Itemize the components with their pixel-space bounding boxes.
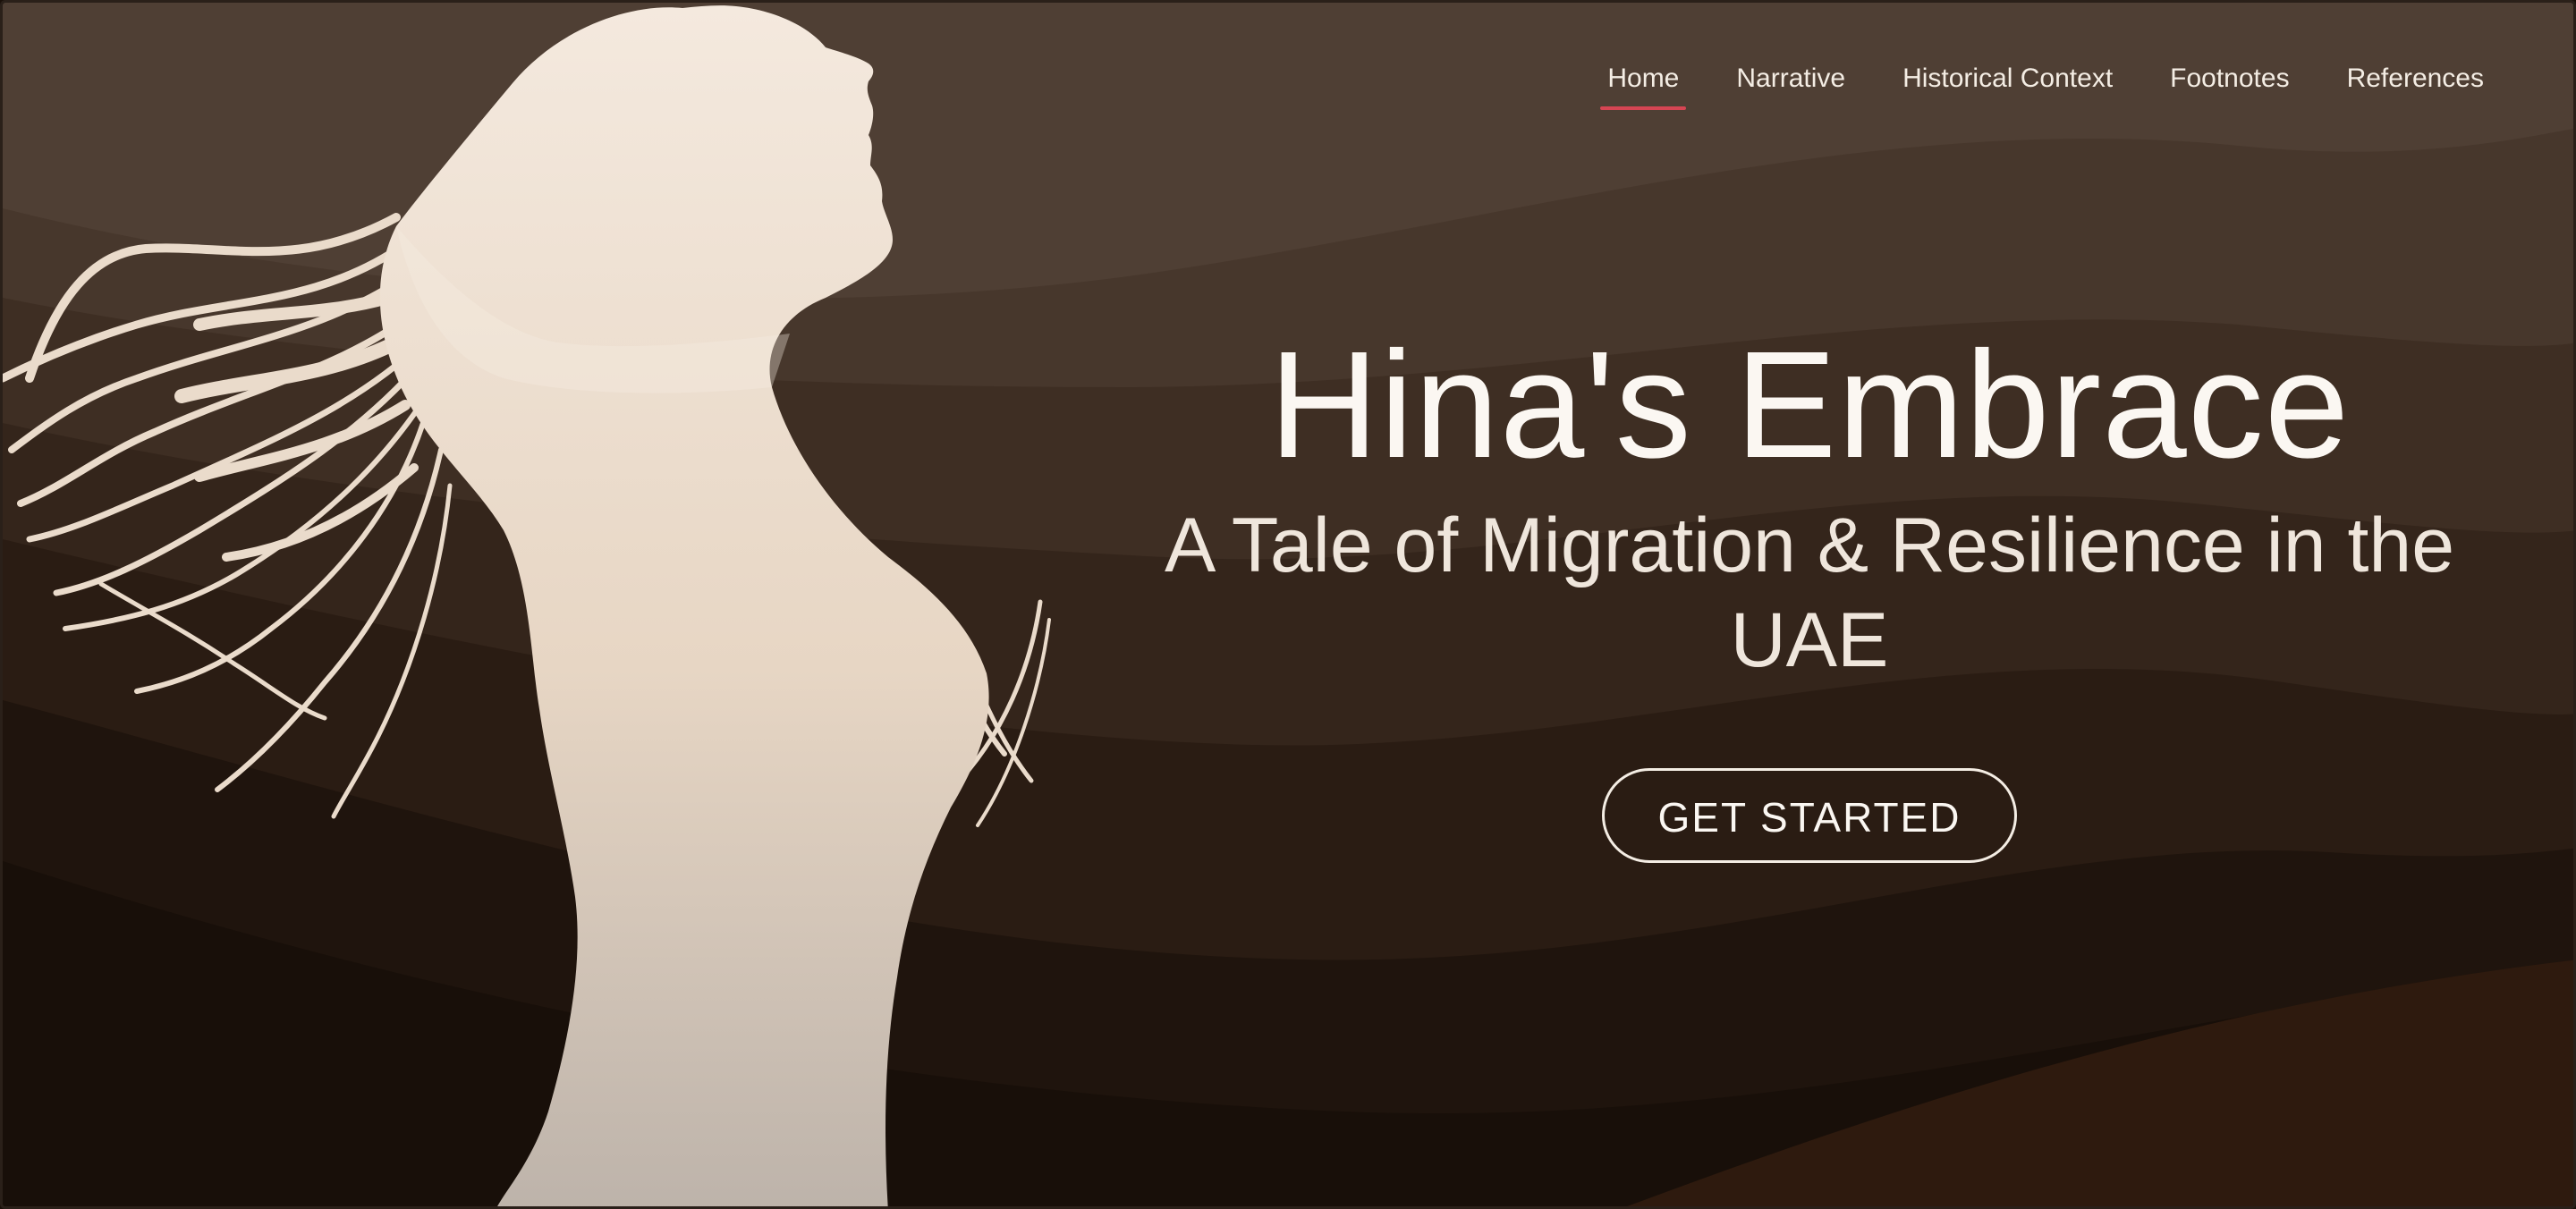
get-started-button[interactable]: GET STARTED: [1601, 768, 2018, 863]
nav-link-home[interactable]: Home: [1600, 55, 1687, 110]
page-subtitle: A Tale of Migration & Resilience in the …: [1164, 503, 2455, 683]
nav-link-footnotes[interactable]: Footnotes: [2170, 55, 2289, 103]
main-nav: Home Narrative Historical Context Footno…: [1550, 55, 2484, 110]
nav-link-historical-context[interactable]: Historical Context: [1902, 55, 2113, 103]
nav-link-narrative[interactable]: Narrative: [1736, 55, 1845, 103]
nav-link-references[interactable]: References: [2347, 55, 2484, 103]
page-title: Hina's Embrace: [1268, 320, 2351, 490]
hero-section: Home Narrative Historical Context Footno…: [0, 0, 2576, 1209]
hero-headline: Hina's Embrace A Tale of Migration & Res…: [1130, 325, 2489, 863]
